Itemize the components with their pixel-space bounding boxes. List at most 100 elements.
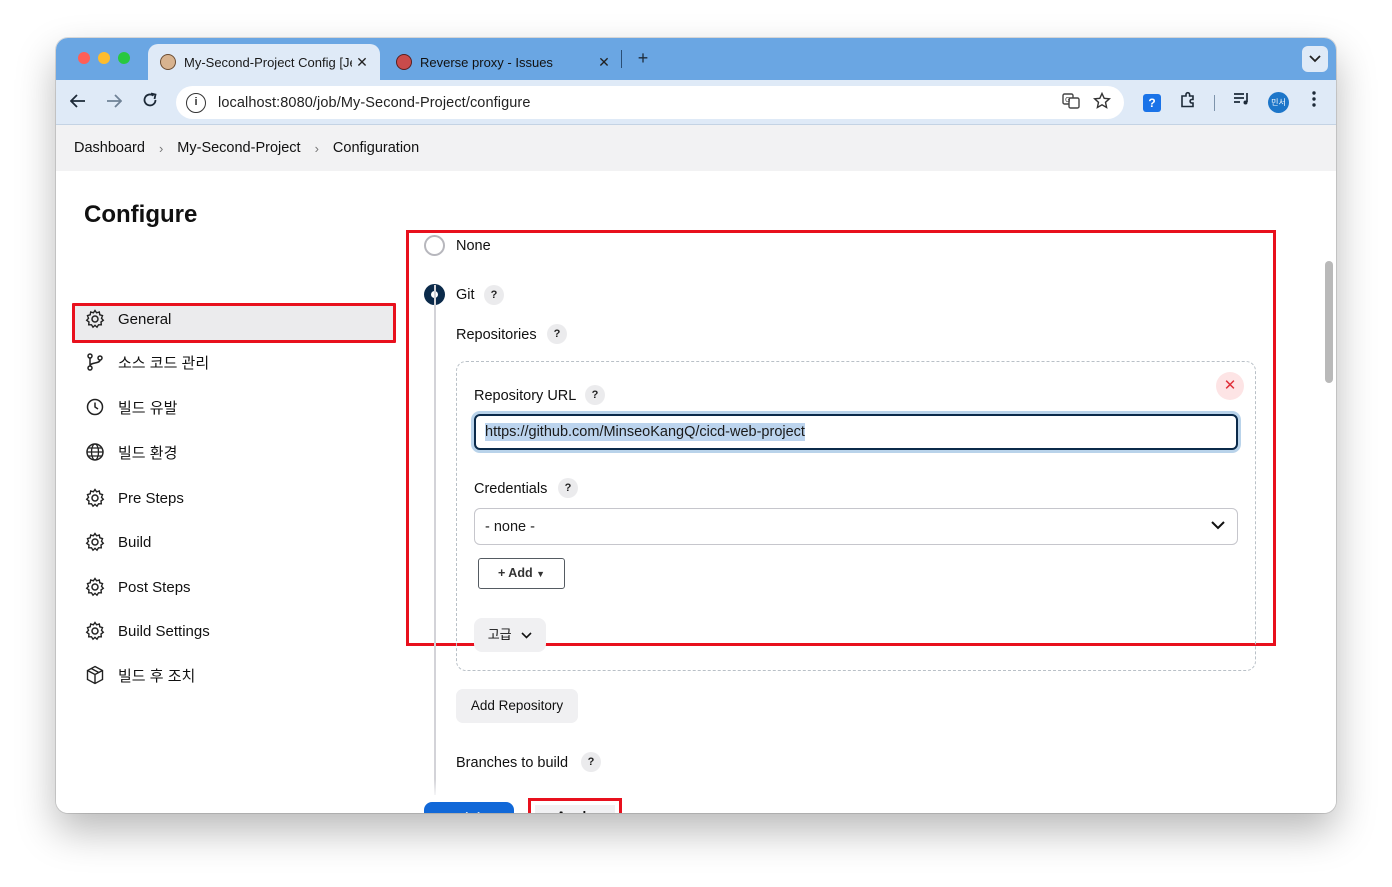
credentials-help-icon[interactable]: ? — [558, 478, 578, 498]
reload-button[interactable] — [137, 90, 163, 116]
translate-icon[interactable]: G — [1060, 92, 1082, 114]
address-text[interactable]: localhost:8080/job/My-Second-Project/con… — [218, 95, 531, 111]
add-credentials-button[interactable]: + Add ▼ — [478, 558, 565, 589]
apply-button[interactable]: Apply — [535, 805, 615, 813]
sidebar-item-post-build[interactable]: 빌드 후 조치 — [84, 660, 195, 690]
sidebar-item-build-settings[interactable]: Build Settings — [84, 616, 210, 646]
tab-close-icon[interactable]: ✕ — [594, 54, 614, 71]
sidebar-item-build-environment[interactable]: 빌드 환경 — [84, 437, 177, 467]
repository-url-input[interactable]: https://github.com/MinseoKangQ/cicd-web-… — [474, 414, 1238, 450]
site-info-icon[interactable]: i — [186, 92, 206, 113]
svg-text:G: G — [1065, 96, 1070, 104]
repositories-help-icon[interactable]: ? — [547, 324, 567, 344]
configure-page: Configure General 소스 코드 관리 빌드 유발 빌드 환경 P… — [56, 171, 1336, 813]
extension-help-icon[interactable]: ? — [1140, 91, 1164, 115]
zoom-window-button[interactable] — [118, 52, 130, 64]
chevron-down-icon — [1309, 55, 1321, 63]
media-control-icon[interactable] — [1230, 91, 1254, 115]
advanced-label: 고급 — [487, 627, 512, 642]
caret-down-icon: ▼ — [536, 569, 546, 579]
chevron-down-icon — [521, 627, 532, 642]
gear-icon — [84, 531, 106, 553]
branches-help-icon[interactable]: ? — [581, 752, 601, 772]
breadcrumb: Dashboard › My-Second-Project › Configur… — [56, 125, 1336, 171]
gear-icon — [84, 620, 106, 642]
add-credentials-label: Add — [508, 566, 533, 580]
sidebar-item-post-steps[interactable]: Post Steps — [84, 572, 191, 602]
sidebar-item-label: 빌드 후 조치 — [118, 667, 196, 685]
repository-url-label: Repository URL — [474, 388, 577, 404]
section-indent-line — [434, 285, 436, 795]
sidebar-item-label: 소스 코드 관리 — [118, 354, 210, 372]
sidebar-item-label: Build Settings — [118, 622, 210, 640]
timer-icon — [84, 396, 106, 418]
tab-separator — [621, 50, 622, 68]
back-button[interactable] — [65, 90, 91, 116]
bookmark-star-icon[interactable] — [1091, 91, 1113, 114]
repositories-label: Repositories — [456, 327, 537, 343]
sidebar-item-scm[interactable]: 소스 코드 관리 — [84, 347, 209, 377]
tab-jenkins-config[interactable]: My-Second-Project Config [Jenkins] ✕ — [148, 44, 380, 80]
sidebar-item-general[interactable]: General — [84, 304, 171, 334]
sidebar-item-build[interactable]: Build — [84, 527, 151, 557]
git-help-icon[interactable]: ? — [484, 285, 504, 305]
chevron-right-icon: › — [314, 140, 319, 156]
branches-to-build-label: Branches to build — [456, 755, 569, 771]
package-icon — [84, 664, 106, 686]
plus-icon: + — [497, 566, 506, 580]
chevron-down-icon — [1211, 517, 1225, 533]
more-menu-icon[interactable] — [1302, 91, 1326, 115]
profile-avatar[interactable]: 민서 — [1268, 92, 1289, 113]
sidebar-item-label: 빌드 환경 — [118, 444, 178, 462]
reload-icon — [143, 92, 157, 107]
sidebar-item-pre-steps[interactable]: Pre Steps — [84, 483, 184, 513]
remove-repository-close-icon[interactable]: ✕ — [1216, 372, 1244, 400]
sidebar-item-label: General — [118, 310, 172, 328]
close-window-button[interactable] — [78, 52, 90, 64]
extensions-puzzle-icon[interactable] — [1176, 91, 1200, 115]
sidebar-item-label: 빌드 유발 — [118, 399, 178, 417]
git-branch-icon — [84, 351, 106, 373]
apply-highlight: Apply — [528, 798, 622, 813]
tab-title: My-Second-Project Config [Jenkins] — [184, 54, 352, 70]
repository-url-value: https://github.com/MinseoKangQ/cicd-web-… — [485, 423, 805, 441]
sidebar-item-label: Pre Steps — [118, 489, 184, 507]
tab-reverse-proxy[interactable]: Reverse proxy - Issues ✕ — [386, 44, 622, 80]
repository-url-help-icon[interactable]: ? — [585, 385, 605, 405]
address-bar[interactable]: i localhost:8080/job/My-Second-Project/c… — [176, 86, 1124, 119]
browser-toolbar: i localhost:8080/job/My-Second-Project/c… — [56, 80, 1336, 125]
toolbar-separator — [1214, 95, 1215, 111]
tab-close-icon[interactable]: ✕ — [352, 54, 372, 71]
credentials-label: Credentials — [474, 481, 548, 497]
credentials-selected-value: - none - — [485, 518, 535, 535]
breadcrumb-project[interactable]: My-Second-Project — [177, 140, 300, 156]
gear-icon — [84, 487, 106, 509]
sidebar-item-label: Post Steps — [118, 578, 191, 596]
tab-strip: My-Second-Project Config [Jenkins] ✕ Rev… — [56, 38, 1336, 80]
advanced-toggle-button[interactable]: 고급 — [474, 618, 546, 652]
chevron-right-icon: › — [158, 140, 164, 156]
tab-search-button[interactable] — [1302, 46, 1328, 72]
jenkins-favicon-icon — [160, 54, 176, 70]
gear-icon — [84, 576, 106, 598]
forward-button[interactable] — [101, 90, 127, 116]
new-tab-button[interactable]: + — [630, 47, 656, 71]
breadcrumb-dashboard[interactable]: Dashboard — [74, 140, 145, 156]
gear-icon — [84, 308, 106, 330]
page-title: Configure — [84, 201, 198, 228]
browser-window: My-Second-Project Config [Jenkins] ✕ Rev… — [56, 38, 1336, 813]
credentials-select[interactable]: - none - — [474, 508, 1238, 545]
scm-git-label: Git — [456, 287, 475, 303]
breadcrumb-configuration[interactable]: Configuration — [333, 140, 419, 156]
sidebar-item-label: Build — [118, 533, 152, 551]
tab-title: Reverse proxy - Issues — [420, 54, 553, 70]
page-scrollbar[interactable] — [1325, 261, 1333, 383]
sidebar-item-build-triggers[interactable]: 빌드 유발 — [84, 392, 177, 422]
add-repository-button[interactable]: Add Repository — [456, 689, 578, 723]
globe-icon — [84, 441, 106, 463]
arrow-left-icon — [69, 94, 85, 108]
github-favicon-icon — [396, 54, 412, 70]
arrow-right-icon — [107, 94, 123, 108]
save-button[interactable]: 저장 — [424, 802, 514, 813]
minimize-window-button[interactable] — [98, 52, 110, 64]
